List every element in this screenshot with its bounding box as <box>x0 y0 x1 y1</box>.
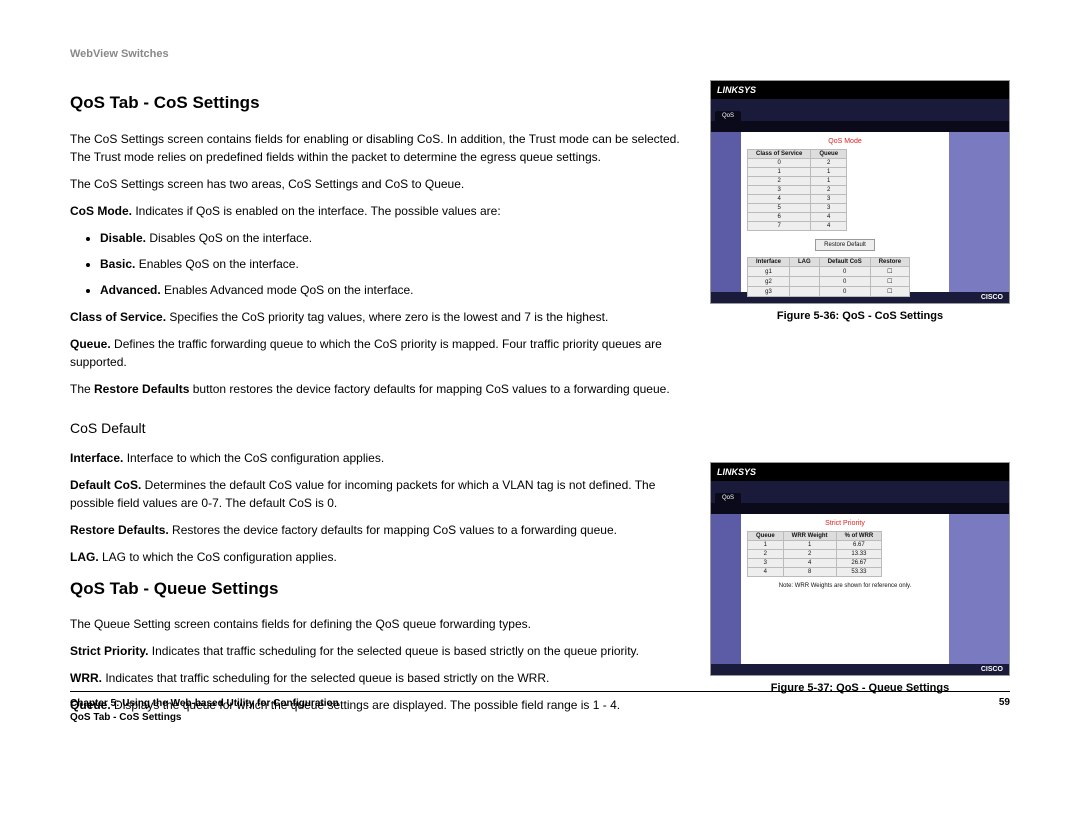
figure-5-36: LINKSYS QoS QoS Mode Class of ServiceQue… <box>710 80 1010 322</box>
screenshot-cos-settings: LINKSYS QoS QoS Mode Class of ServiceQue… <box>710 80 1010 304</box>
screenshot-header: LINKSYS <box>711 81 1009 99</box>
paragraph: Queue. Defines the traffic forwarding qu… <box>70 335 690 371</box>
list-item: Basic. Enables QoS on the interface. <box>100 255 690 273</box>
text: Disables QoS on the interface. <box>146 231 312 245</box>
text: Enables Advanced mode QoS on the interfa… <box>161 283 414 297</box>
screenshot-help-panel <box>949 514 1009 664</box>
screenshot-body: QoS Mode Class of ServiceQueue 02 11 21 … <box>711 132 1009 292</box>
term-wrr: WRR. <box>70 671 102 685</box>
screenshot-subnav <box>711 121 1009 132</box>
text: button restores the device factory defau… <box>189 382 669 396</box>
bullet-list: Disable. Disables QoS on the interface. … <box>100 229 690 299</box>
figure-column: LINKSYS QoS QoS Mode Class of ServiceQue… <box>710 80 1010 724</box>
screenshot-main-panel: Strict Priority QueueWRR Weight% of WRR … <box>741 514 949 664</box>
paragraph: Interface. Interface to which the CoS co… <box>70 449 690 467</box>
table-header: WRR Weight <box>783 532 836 541</box>
page: WebView Switches QoS Tab - CoS Settings … <box>0 0 1080 764</box>
screenshot-subnav <box>711 503 1009 514</box>
table-header: Queue <box>811 150 847 159</box>
footer-chapter: Chapter 5: Using the Web-based Utility f… <box>70 697 339 711</box>
brand-logo: LINKSYS <box>717 467 756 477</box>
paragraph: The Restore Defaults button restores the… <box>70 380 690 398</box>
text: The <box>70 382 94 396</box>
term-interface: Interface. <box>70 451 123 465</box>
screenshot-header: LINKSYS <box>711 463 1009 481</box>
nav-tab-qos: QoS <box>715 493 741 503</box>
brand-logo: LINKSYS <box>717 85 756 95</box>
term: Disable. <box>100 231 146 245</box>
panel-title: Strict Priority <box>747 520 943 527</box>
page-footer: Chapter 5: Using the Web-based Utility f… <box>70 691 1010 724</box>
text: LAG to which the CoS configuration appli… <box>99 550 337 564</box>
paragraph: Default CoS. Determines the default CoS … <box>70 476 690 512</box>
text: Interface to which the CoS configuration… <box>123 451 384 465</box>
paragraph: The CoS Settings screen contains fields … <box>70 130 690 166</box>
subsection-heading-cos-default: CoS Default <box>70 418 690 439</box>
table-header: Class of Service <box>748 150 811 159</box>
running-header: WebView Switches <box>70 48 1010 60</box>
note-text: Note: WRR Weights are shown for referenc… <box>747 583 943 589</box>
text: Restores the device factory defaults for… <box>169 523 617 537</box>
text: Indicates if QoS is enabled on the inter… <box>132 204 501 218</box>
text: Determines the default CoS value for inc… <box>70 478 655 510</box>
screenshot-nav: QoS <box>711 99 1009 121</box>
figure-caption: Figure 5-36: QoS - CoS Settings <box>710 310 1010 322</box>
cos-default-table: InterfaceLAGDefault CoSRestore g10☐ g20☐… <box>747 257 910 297</box>
cos-table: Class of ServiceQueue 02 11 21 32 43 53 … <box>747 149 847 231</box>
text: Specifies the CoS priority tag values, w… <box>166 310 608 324</box>
paragraph: WRR. Indicates that traffic scheduling f… <box>70 669 690 687</box>
section-heading-queue: QoS Tab - Queue Settings <box>70 576 690 602</box>
screenshot-left-panel <box>711 132 741 292</box>
term-restore-defaults: Restore Defaults <box>94 382 189 396</box>
term-restore-defaults: Restore Defaults. <box>70 523 169 537</box>
term: Basic. <box>100 257 135 271</box>
spacer <box>710 352 1010 462</box>
term-default-cos: Default CoS. <box>70 478 141 492</box>
term: Advanced. <box>100 283 161 297</box>
table-header: Queue <box>748 532 784 541</box>
paragraph: The CoS Settings screen has two areas, C… <box>70 175 690 193</box>
text: Defines the traffic forwarding queue to … <box>70 337 662 369</box>
list-item: Disable. Disables QoS on the interface. <box>100 229 690 247</box>
term-class-of-service: Class of Service. <box>70 310 166 324</box>
table-header: % of WRR <box>836 532 882 541</box>
paragraph: LAG. LAG to which the CoS configuration … <box>70 548 690 566</box>
content-row: QoS Tab - CoS Settings The CoS Settings … <box>70 80 1010 724</box>
screenshot-footer: CISCO <box>711 664 1009 675</box>
screenshot-main-panel: QoS Mode Class of ServiceQueue 02 11 21 … <box>741 132 949 292</box>
footer-left: Chapter 5: Using the Web-based Utility f… <box>70 697 339 724</box>
list-item: Advanced. Enables Advanced mode QoS on t… <box>100 281 690 299</box>
figure-5-37: LINKSYS QoS Strict Priority QueueWRR Wei… <box>710 462 1010 694</box>
text: Enables QoS on the interface. <box>135 257 298 271</box>
paragraph: Strict Priority. Indicates that traffic … <box>70 642 690 660</box>
paragraph: The Queue Setting screen contains fields… <box>70 615 690 633</box>
paragraph: Restore Defaults. Restores the device fa… <box>70 521 690 539</box>
footer-section: QoS Tab - CoS Settings <box>70 711 339 725</box>
screenshot-queue-settings: LINKSYS QoS Strict Priority QueueWRR Wei… <box>710 462 1010 676</box>
screenshot-nav: QoS <box>711 481 1009 503</box>
screenshot-help-panel <box>949 132 1009 292</box>
screenshot-body: Strict Priority QueueWRR Weight% of WRR … <box>711 514 1009 664</box>
term-strict-priority: Strict Priority. <box>70 644 148 658</box>
page-number: 59 <box>999 697 1010 724</box>
panel-title: QoS Mode <box>747 138 943 145</box>
paragraph: Class of Service. Specifies the CoS prio… <box>70 308 690 326</box>
term-lag: LAG. <box>70 550 99 564</box>
screenshot-left-panel <box>711 514 741 664</box>
term-cos-mode: CoS Mode. <box>70 204 132 218</box>
text: Indicates that traffic scheduling for th… <box>148 644 639 658</box>
queue-table: QueueWRR Weight% of WRR 116.67 2213.33 3… <box>747 531 882 577</box>
nav-tab-qos: QoS <box>715 111 741 121</box>
section-heading-cos: QoS Tab - CoS Settings <box>70 90 690 116</box>
paragraph: CoS Mode. Indicates if QoS is enabled on… <box>70 202 690 220</box>
restore-default-button: Restore Default <box>815 239 875 251</box>
term-queue: Queue. <box>70 337 111 351</box>
main-text-column: QoS Tab - CoS Settings The CoS Settings … <box>70 80 710 723</box>
text: Indicates that traffic scheduling for th… <box>102 671 549 685</box>
